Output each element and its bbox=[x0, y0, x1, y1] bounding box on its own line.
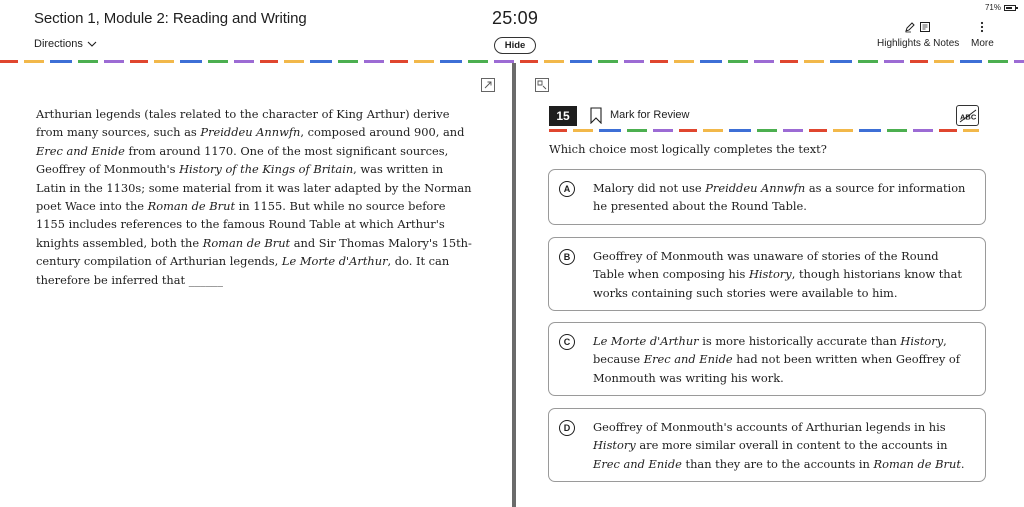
battery-icon bbox=[1004, 4, 1018, 11]
choice-text: Malory did not use Preiddeu Annwfn as a … bbox=[593, 179, 971, 216]
choice-text-segment: Le Morte d'Arthur bbox=[593, 334, 699, 348]
expand-icon[interactable] bbox=[481, 78, 495, 92]
directions-label: Directions bbox=[34, 38, 83, 50]
passage-text: Arthurian legends (tales related to the … bbox=[36, 105, 476, 289]
chevron-down-icon bbox=[87, 41, 97, 47]
choice-text-segment: are more similar overall in content to t… bbox=[635, 438, 948, 453]
abc-strikethrough-icon: ABC bbox=[959, 109, 976, 122]
section-title: Section 1, Module 2: Reading and Writing bbox=[34, 10, 307, 27]
choice-a[interactable]: A Malory did not use Preiddeu Annwfn as … bbox=[548, 169, 986, 225]
more-vertical-icon[interactable] bbox=[979, 20, 985, 34]
choice-text: Geoffrey of Monmouth was unaware of stor… bbox=[593, 247, 971, 302]
choice-c[interactable]: C Le Morte d'Arthur is more historically… bbox=[548, 322, 986, 396]
passage-segment: Erec and Enide bbox=[36, 143, 125, 158]
notes-icon bbox=[920, 22, 930, 32]
timer: 25:09 bbox=[492, 8, 539, 28]
passage-segment: Preiddeu Annwfn bbox=[200, 125, 301, 140]
choice-text-segment: . bbox=[960, 456, 965, 471]
choice-text-segment: History bbox=[748, 267, 792, 282]
choice-text-segment: Preiddeu Annwfn bbox=[705, 181, 806, 195]
question-divider bbox=[549, 129, 979, 132]
choice-text: Le Morte d'Arthur is more historically a… bbox=[593, 332, 971, 387]
hide-timer-button[interactable]: Hide bbox=[494, 37, 536, 54]
highlights-notes-button[interactable]: Highlights & Notes bbox=[877, 38, 959, 49]
bookmark-icon[interactable] bbox=[590, 107, 602, 124]
choice-text-segment: History bbox=[593, 438, 636, 453]
answer-eliminator-button[interactable]: ABC bbox=[956, 105, 979, 126]
passage-pane: Arthurian legends (tales related to the … bbox=[0, 63, 512, 507]
passage-segment: , composed around 900, and bbox=[300, 125, 465, 140]
more-button[interactable]: More bbox=[971, 38, 994, 49]
choice-letter: D bbox=[559, 420, 575, 436]
choice-text-segment: Erec and Enide bbox=[643, 352, 733, 367]
choice-text-segment: is more historically accurate than bbox=[698, 334, 901, 348]
mark-for-review-button[interactable]: Mark for Review bbox=[610, 109, 689, 121]
battery-indicator: 71% bbox=[984, 3, 1018, 12]
choice-d[interactable]: D Geoffrey of Monmouth's accounts of Art… bbox=[548, 408, 986, 482]
choice-b[interactable]: B Geoffrey of Monmouth was unaware of st… bbox=[548, 237, 986, 311]
passage-segment: Roman de Brut bbox=[202, 235, 291, 250]
collapse-icon[interactable] bbox=[535, 78, 549, 92]
passage-segment: History of the Kings of Britain bbox=[179, 162, 354, 177]
test-header: Section 1, Module 2: Reading and Writing… bbox=[0, 0, 1024, 60]
directions-toggle[interactable]: Directions bbox=[34, 38, 97, 50]
choice-letter: A bbox=[559, 181, 575, 197]
choice-text-segment: History bbox=[900, 334, 944, 348]
choice-text-segment: than they are to the accounts in bbox=[681, 456, 874, 471]
choice-text-segment: Geoffrey of Monmouth's accounts of Arthu… bbox=[593, 420, 946, 434]
choice-text: Geoffrey of Monmouth's accounts of Arthu… bbox=[593, 418, 971, 473]
choice-text-segment: Malory did not use bbox=[593, 181, 706, 195]
choice-text-segment: Erec and Enide bbox=[593, 456, 682, 471]
choice-letter: C bbox=[559, 334, 575, 350]
passage-segment: Roman de Brut bbox=[147, 199, 236, 214]
question-number: 15 bbox=[549, 106, 577, 126]
choice-text-segment: Roman de Brut bbox=[873, 456, 961, 471]
pen-icon bbox=[905, 22, 915, 33]
highlights-notes-icons[interactable] bbox=[904, 21, 931, 33]
question-pane: 15 Mark for Review ABC Which choice most… bbox=[516, 63, 1024, 507]
battery-percent: 71% bbox=[984, 3, 1001, 12]
choice-letter: B bbox=[559, 249, 575, 265]
passage-segment: Le Morte d'Arthur bbox=[281, 254, 388, 269]
question-prompt: Which choice most logically completes th… bbox=[549, 142, 827, 156]
